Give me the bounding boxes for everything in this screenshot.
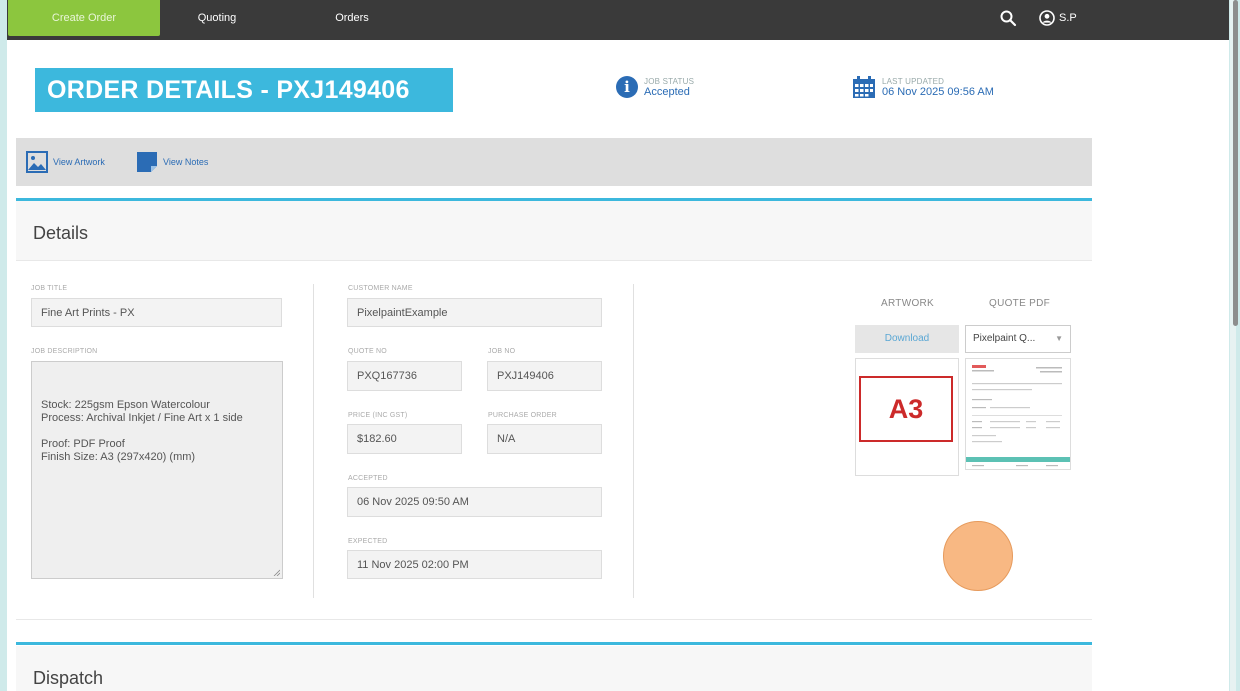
dispatch-header bbox=[16, 646, 1092, 691]
dispatch-title: Dispatch bbox=[33, 668, 104, 688]
accepted-field: 06 Nov 2025 09:50 AM bbox=[347, 487, 602, 517]
last-updated-label: LAST UPDATED bbox=[882, 76, 945, 86]
action-toolbar: View Artwork View Notes bbox=[16, 138, 1092, 186]
artwork-a3-label: A3 bbox=[859, 376, 953, 442]
purchase-order-field: N/A bbox=[487, 424, 602, 454]
click-indicator bbox=[943, 521, 1013, 591]
chevron-down-icon: ▼ bbox=[1055, 334, 1063, 343]
job-title-field: Fine Art Prints - PX bbox=[31, 298, 282, 327]
job-status: i JOB STATUS Accepted bbox=[616, 70, 694, 104]
quote-pdf-thumbnail[interactable] bbox=[965, 358, 1071, 470]
accepted-label: ACCEPTED bbox=[348, 475, 388, 482]
view-notes-label: View Notes bbox=[163, 157, 209, 167]
scrollbar-thumb[interactable] bbox=[1233, 0, 1238, 326]
resize-grip-icon[interactable] bbox=[273, 569, 280, 576]
column-divider bbox=[313, 284, 314, 598]
customer-name-field: PixelpaintExample bbox=[347, 298, 602, 327]
column-divider bbox=[633, 284, 634, 598]
page-title: ORDER DETAILS - PXJ149406 bbox=[35, 68, 453, 112]
user-menu[interactable]: S.P bbox=[1039, 9, 1077, 27]
expected-label: EXPECTED bbox=[348, 538, 388, 545]
job-status-label: JOB STATUS bbox=[644, 76, 695, 86]
image-icon bbox=[26, 151, 48, 173]
top-navbar: Create Order Quoting Orders S.P bbox=[7, 0, 1229, 40]
job-no-label: JOB NO bbox=[488, 348, 516, 355]
nav-tab-create-order[interactable]: Create Order bbox=[8, 0, 160, 36]
details-title: Details bbox=[33, 223, 89, 243]
nav-tab-quoting[interactable]: Quoting bbox=[187, 0, 247, 36]
calendar-icon bbox=[853, 76, 875, 98]
view-artwork-button[interactable]: View Artwork bbox=[26, 150, 105, 174]
purchase-order-label: PURCHASE ORDER bbox=[488, 412, 557, 419]
artwork-heading: ARTWORK bbox=[881, 298, 935, 309]
dispatch-accent-line bbox=[16, 642, 1092, 645]
quote-pdf-selected: Pixelpaint Q... bbox=[973, 333, 1036, 344]
artwork-thumbnail[interactable]: A3 bbox=[855, 358, 959, 476]
user-icon bbox=[1039, 10, 1055, 26]
nav-tab-orders[interactable]: Orders bbox=[322, 0, 382, 36]
job-description-label: JOB DESCRIPTION bbox=[31, 348, 98, 355]
job-title-label: JOB TITLE bbox=[31, 285, 68, 292]
info-icon: i bbox=[616, 76, 638, 98]
job-description-text: Stock: 225gsm Epson Watercolour Process:… bbox=[41, 399, 243, 463]
job-no-field: PXJ149406 bbox=[487, 361, 602, 391]
download-button[interactable]: Download bbox=[855, 325, 959, 353]
user-initials: S.P bbox=[1059, 12, 1077, 24]
customer-name-label: CUSTOMER NAME bbox=[348, 285, 413, 292]
quote-no-label: QUOTE NO bbox=[348, 348, 387, 355]
view-artwork-label: View Artwork bbox=[53, 157, 105, 167]
price-field: $182.60 bbox=[347, 424, 462, 454]
order-details-page: Create Order Quoting Orders S.P ORDER DE… bbox=[7, 0, 1229, 691]
job-description-field[interactable]: Stock: 225gsm Epson Watercolour Process:… bbox=[31, 361, 283, 579]
quote-pdf-select[interactable]: Pixelpaint Q... ▼ bbox=[965, 325, 1071, 353]
job-status-value: Accepted bbox=[644, 85, 690, 98]
expected-field: 11 Nov 2025 02:00 PM bbox=[347, 550, 602, 579]
quote-pdf-heading: QUOTE PDF bbox=[989, 298, 1051, 309]
note-icon bbox=[137, 152, 157, 172]
price-label: PRICE (INC GST) bbox=[348, 412, 408, 419]
search-icon[interactable] bbox=[999, 9, 1017, 27]
quote-no-field: PXQ167736 bbox=[347, 361, 462, 391]
quote-document-preview-icon bbox=[966, 365, 1070, 467]
last-updated-value: 06 Nov 2025 09:56 AM bbox=[882, 85, 994, 98]
last-updated: LAST UPDATED 06 Nov 2025 09:56 AM bbox=[852, 70, 994, 104]
details-header bbox=[16, 201, 1092, 261]
view-notes-button[interactable]: View Notes bbox=[136, 150, 208, 174]
